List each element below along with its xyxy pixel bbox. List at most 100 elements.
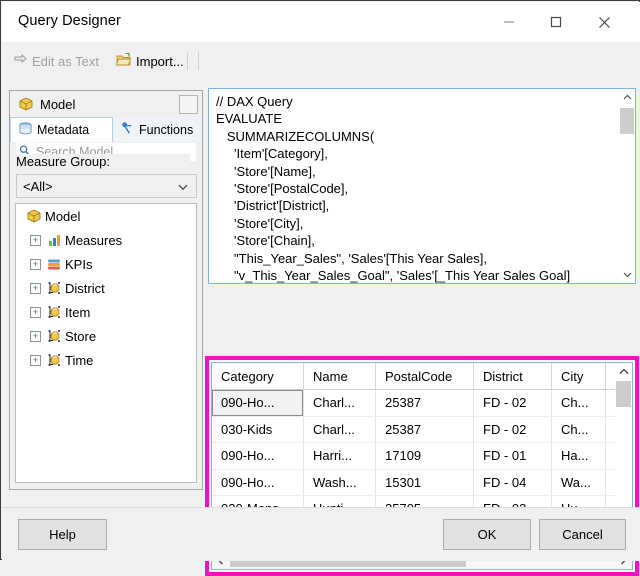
cell-district[interactable]: FD - 02: [473, 389, 552, 417]
cell-postalcode[interactable]: 15301: [375, 469, 474, 496]
cell-name[interactable]: Charl...: [303, 416, 376, 443]
close-icon: [598, 16, 611, 29]
dax-query-text[interactable]: // DAX Query EVALUATE SUMMARIZECOLUMNS( …: [216, 93, 606, 283]
pane-options-button[interactable]: [179, 95, 198, 114]
metadata-pane-title: Model: [40, 96, 76, 112]
table-header-row: Category Name PostalCode District City C…: [212, 363, 632, 390]
table-row[interactable]: 090-Ho... Wash... 15301 FD - 04 Wa... Fa…: [212, 469, 632, 496]
edit-as-text-label: Edit as Text: [32, 53, 99, 69]
functions-icon: [120, 121, 135, 139]
dialog-footer: Help OK Cancel: [2, 507, 640, 561]
toolbar-separator: [187, 52, 188, 70]
table-icon: [46, 352, 65, 368]
window-title: Query Designer: [18, 13, 121, 29]
help-button[interactable]: Help: [18, 519, 107, 550]
maximize-icon: [550, 16, 562, 28]
measures-icon: [46, 232, 65, 248]
cell-city[interactable]: Wa...: [551, 469, 606, 496]
expand-icon[interactable]: +: [30, 354, 41, 366]
cell-district[interactable]: FD - 01: [473, 442, 552, 470]
expand-icon[interactable]: +: [30, 234, 41, 246]
tab-metadata[interactable]: Metadata: [10, 117, 113, 142]
metadata-icon: [18, 121, 33, 139]
cell-category[interactable]: 090-Ho...: [212, 469, 304, 496]
scrollbar-thumb[interactable]: [620, 108, 634, 134]
tree-node-label: Item: [65, 304, 91, 320]
tree-node-store[interactable]: + Store: [16, 324, 196, 348]
tree-node-label: Time: [65, 352, 94, 368]
cell-district[interactable]: FD - 04: [473, 469, 552, 496]
measure-group-label: Measure Group:: [16, 154, 190, 169]
column-header-district[interactable]: District: [473, 363, 552, 390]
table-row[interactable]: 090-Ho... Harri... 17109 FD - 01 Ha... F…: [212, 442, 632, 470]
cell-category[interactable]: 090-Ho...: [212, 389, 304, 417]
tree-node-model[interactable]: Model: [16, 204, 196, 228]
scrollbar-thumb[interactable]: [616, 381, 631, 407]
tab-functions-label: Functions: [139, 122, 194, 137]
tree-node-kpis[interactable]: + KPIs: [16, 252, 196, 276]
cube-icon: [26, 208, 45, 224]
edit-as-text-icon: [12, 52, 28, 71]
expand-icon[interactable]: +: [30, 282, 41, 294]
query-designer-dialog: Query Designer Edit as Text Import... Mo…: [0, 0, 640, 576]
ok-button[interactable]: OK: [443, 519, 531, 550]
cell-category[interactable]: 090-Ho...: [212, 442, 304, 470]
tree-node-label: Model: [45, 208, 81, 224]
tree-node-time[interactable]: + Time: [16, 348, 196, 372]
dax-query-editor[interactable]: // DAX Query EVALUATE SUMMARIZECOLUMNS( …: [208, 88, 636, 284]
dialog-body: Model Metadata Functions Search Model Me…: [2, 80, 640, 576]
tab-functions[interactable]: Functions: [113, 117, 202, 142]
tree-node-measures[interactable]: + Measures: [16, 228, 196, 252]
title-bar: Query Designer: [2, 2, 640, 42]
expand-icon[interactable]: +: [30, 330, 41, 342]
column-header-city[interactable]: City: [551, 363, 606, 390]
tree-node-label: Store: [65, 328, 97, 344]
column-header-name[interactable]: Name: [303, 363, 376, 390]
cell-name[interactable]: Harri...: [303, 442, 376, 470]
cell-name[interactable]: Charl...: [303, 389, 376, 417]
cell-postalcode[interactable]: 25387: [375, 416, 474, 443]
import-button[interactable]: Import...: [114, 50, 186, 72]
tree-node-item[interactable]: + Item: [16, 300, 196, 324]
scroll-up-icon[interactable]: [619, 89, 635, 106]
edit-as-text-button[interactable]: Edit as Text: [10, 50, 101, 72]
cell-postalcode[interactable]: 17109: [375, 442, 474, 470]
minimize-button[interactable]: [486, 3, 531, 41]
expand-icon[interactable]: +: [30, 306, 41, 318]
table-icon: [46, 280, 65, 296]
table-row[interactable]: 090-Ho... Charl... 25387 FD - 02 Ch... F…: [212, 389, 632, 417]
cube-icon: [18, 96, 34, 115]
cancel-button[interactable]: Cancel: [539, 519, 626, 550]
cell-postalcode[interactable]: 25387: [375, 389, 474, 417]
tab-metadata-label: Metadata: [37, 123, 90, 137]
measure-group-select[interactable]: <All>: [16, 174, 197, 198]
cell-category[interactable]: 030-Kids: [212, 416, 304, 443]
model-tree[interactable]: Model + Measures + KPIs + District + Ite…: [15, 203, 197, 483]
scroll-up-icon[interactable]: [615, 363, 632, 380]
cell-city[interactable]: Ha...: [551, 442, 606, 470]
cell-name[interactable]: Wash...: [303, 469, 376, 496]
tree-node-label: KPIs: [65, 256, 93, 272]
metadata-tabs: Metadata Functions: [10, 117, 202, 142]
metadata-pane: Model Metadata Functions Search Model Me…: [9, 90, 203, 490]
editor-vertical-scrollbar[interactable]: [619, 89, 635, 283]
column-header-category[interactable]: Category: [212, 363, 304, 390]
cell-city[interactable]: Ch...: [551, 389, 606, 417]
folder-open-icon: [115, 52, 132, 71]
close-button[interactable]: [582, 3, 627, 41]
table-icon: [46, 328, 65, 344]
scroll-down-icon[interactable]: [619, 266, 635, 283]
cell-district[interactable]: FD - 02: [473, 416, 552, 443]
column-header-postalcode[interactable]: PostalCode: [375, 363, 474, 390]
cell-city[interactable]: Ch...: [551, 416, 606, 443]
import-label: Import...: [136, 53, 184, 69]
kpis-icon: [46, 256, 65, 272]
table-row[interactable]: 030-Kids Charl... 25387 FD - 02 Ch... Fa…: [212, 416, 632, 443]
minimize-icon: [503, 16, 515, 28]
maximize-button[interactable]: [533, 3, 578, 41]
tree-node-district[interactable]: + District: [16, 276, 196, 300]
tree-node-label: Measures: [65, 232, 123, 248]
tree-node-label: District: [65, 280, 105, 296]
toolbar: Edit as Text Import... DAX: [2, 42, 640, 111]
expand-icon[interactable]: +: [30, 258, 41, 270]
